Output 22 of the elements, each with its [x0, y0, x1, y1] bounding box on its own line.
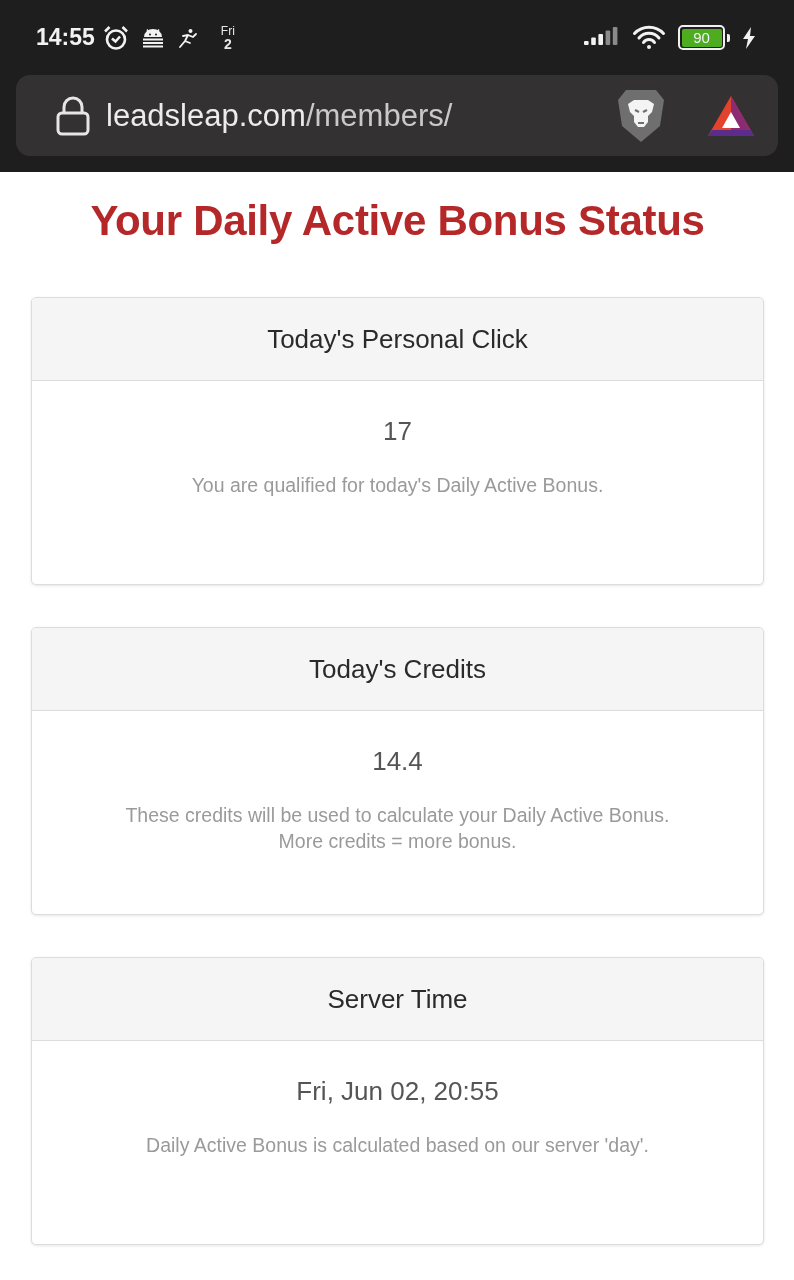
card-value: 17 — [383, 416, 412, 446]
address-bar[interactable]: leadsleap.com/members/ — [16, 75, 778, 156]
url-text[interactable]: leadsleap.com/members/ — [106, 97, 618, 134]
lion-shield-icon[interactable] — [618, 89, 664, 142]
card-value: Fri, Jun 02, 20:55 — [296, 1076, 499, 1106]
lock-icon — [56, 95, 90, 136]
card-note: These credits will be used to calculate your Daily Active Bonus. — [125, 803, 670, 828]
card-value: 14.4 — [372, 746, 423, 776]
wifi-icon — [632, 24, 666, 51]
running-person-icon — [176, 26, 199, 49]
card-header: Server Time — [32, 958, 763, 1041]
card-note: Daily Active Bonus is calculated based on our server 'day'. — [146, 1133, 649, 1158]
date-indicator: Fri 2 — [220, 24, 235, 51]
status-time: 14:55 — [36, 24, 95, 51]
alarm-clock-icon — [102, 24, 129, 51]
battery-indicator: 90 — [678, 25, 730, 50]
card-note: More credits = more bonus. — [278, 829, 517, 854]
card-header: Today's Personal Click — [32, 298, 763, 381]
triangle-logo-icon[interactable] — [708, 95, 754, 136]
card-note: You are qualified for today's Daily Active Bonus. — [191, 473, 604, 498]
card-header: Today's Credits — [32, 628, 763, 711]
page-title: Your Daily Active Bonus Status — [89, 196, 706, 246]
